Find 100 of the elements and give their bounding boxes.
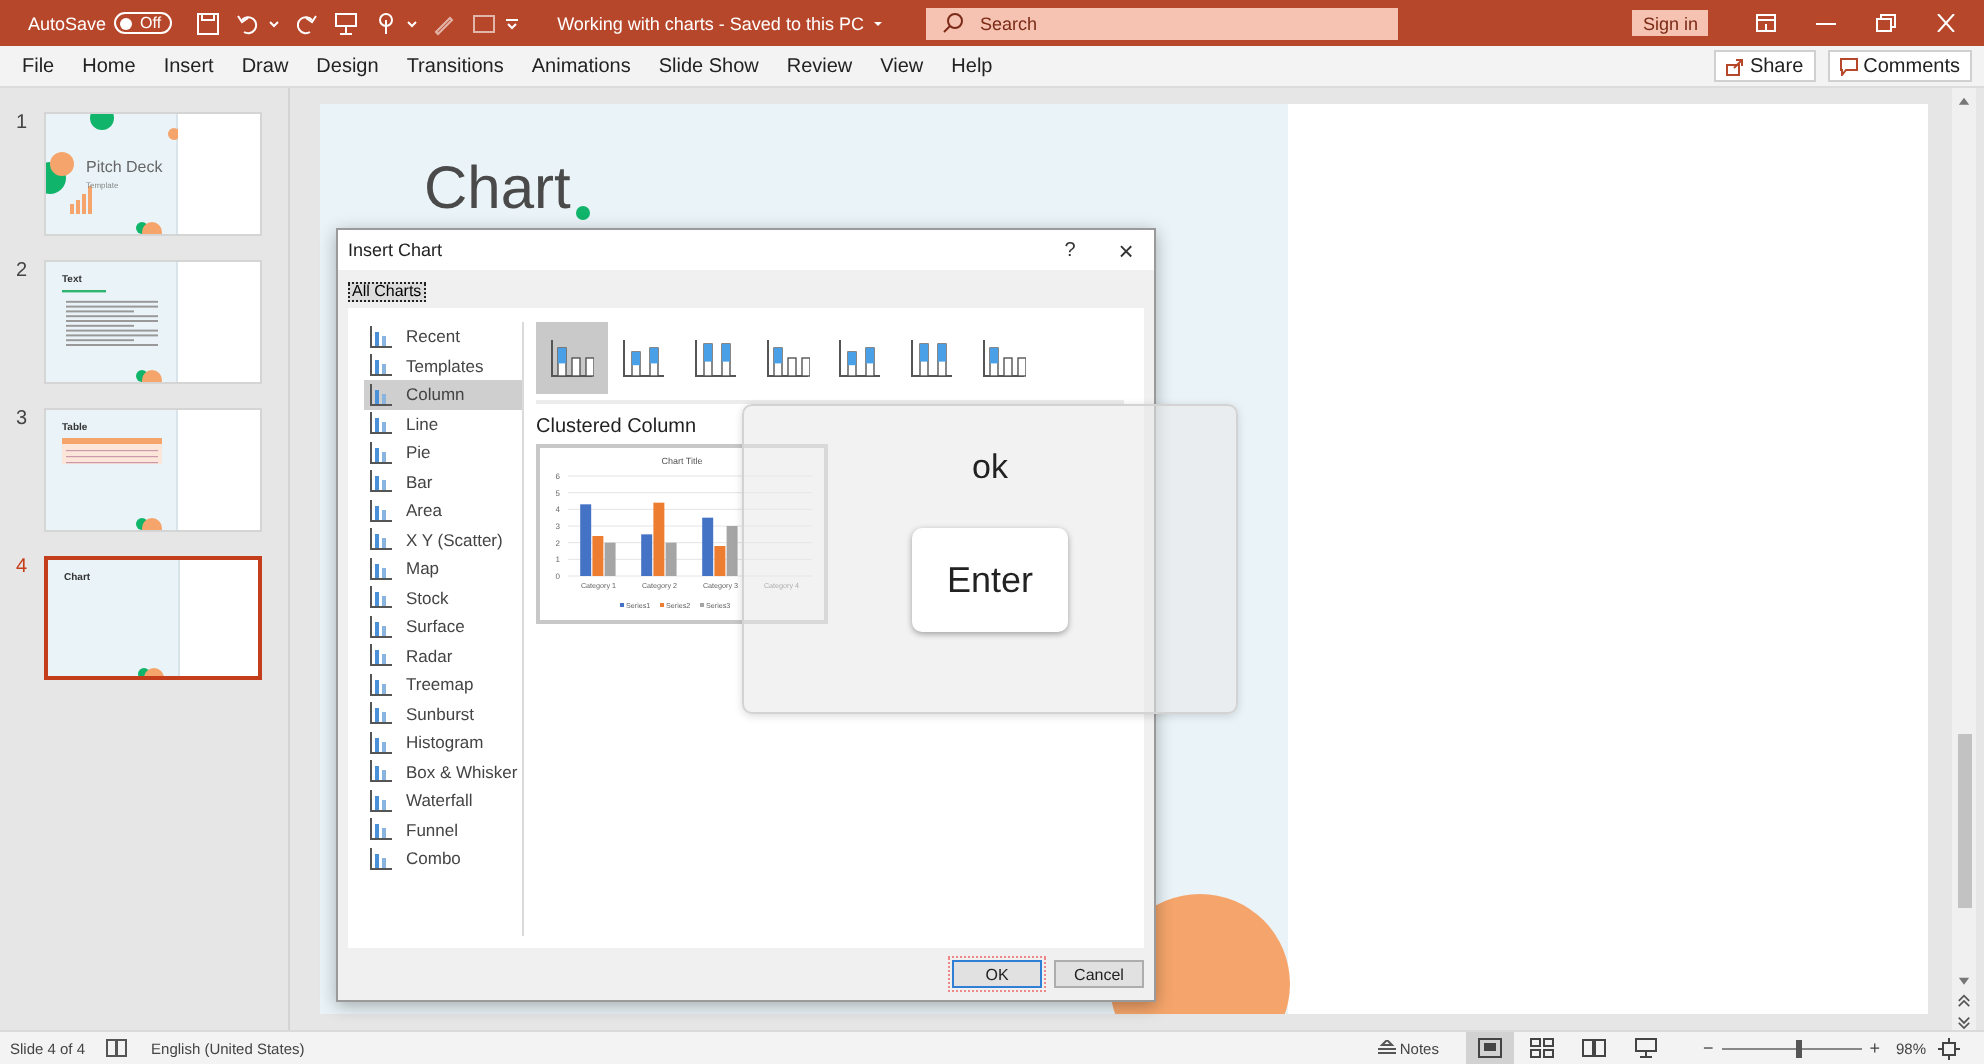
column-chart-icon [982,336,1026,380]
caret-icon[interactable] [871,17,884,29]
chart-type-item[interactable]: Area [364,496,522,525]
chart-type-item[interactable]: Sunburst [364,699,522,728]
close-button[interactable]: × [1098,235,1154,265]
slide-title: Pitch Deck [86,158,163,176]
chart-icon [370,557,392,580]
slide-sorter-icon [1530,1038,1555,1058]
chart-icon [370,847,392,870]
customize-icon[interactable] [503,15,520,31]
scroll-up-icon[interactable] [1956,96,1972,107]
chart-type-item[interactable]: Bar [364,467,522,496]
chart-type-item[interactable]: Histogram [364,728,522,757]
column-chart-icon [550,336,594,380]
chart-type-item[interactable]: X Y (Scatter) [364,525,522,554]
touch-icon[interactable] [373,11,398,35]
chart-type-item[interactable]: Combo [364,844,522,873]
chart-type-item[interactable]: Waterfall [364,786,522,815]
chart-type-item[interactable]: Templates [364,351,522,380]
scroll-down-icon[interactable] [1956,975,1972,987]
chart-type-item[interactable]: Surface [364,612,522,641]
column-chart-icon [910,336,954,380]
dialog-tab[interactable]: All Charts [348,282,426,302]
circles-drawing [136,516,162,530]
undo-icon[interactable] [235,11,260,35]
dialog-button[interactable]: Cancel [1054,960,1144,988]
chart-type-item[interactable]: Box & Whisker [364,757,522,786]
previous-slide-icon[interactable] [1956,994,1972,1009]
chart-type-item[interactable]: Column [364,380,522,409]
zoom-in-button[interactable]: + [1869,1038,1880,1058]
chart-type-item[interactable]: Funnel [364,815,522,844]
menu-tab[interactable]: Home [82,55,136,77]
search-field[interactable]: Search [925,7,1398,39]
menu-tab[interactable]: File [22,55,55,77]
comment-icon [1839,57,1858,75]
menu-tab[interactable]: Draw [241,55,289,77]
menu-tab[interactable]: Review [786,55,853,77]
chart-type-item[interactable]: Map [364,554,522,583]
chart-type-item[interactable]: Treemap [364,670,522,699]
autosave-toggle[interactable]: Off [114,12,172,34]
chart-icon [370,383,392,406]
book-icon[interactable] [105,1038,128,1058]
menu-tab[interactable]: View [880,55,924,77]
chart-icon [370,412,392,435]
scroll-bar[interactable] [1952,88,1976,1030]
menu-tab[interactable]: Transitions [406,55,504,77]
dialog-title: Insert Chart [348,240,443,260]
normal-view-icon [1478,1038,1503,1058]
caret-icon[interactable] [405,17,418,29]
slide-number: 1 [14,112,30,134]
menu-tab[interactable]: Help [951,55,993,77]
view-button[interactable] [1466,1032,1515,1064]
slide-number: 2 [14,260,30,282]
chart-icon [370,499,392,522]
chart-type-item[interactable]: Stock [364,583,522,612]
autosave-label: AutoSave [28,13,107,33]
menu-tab[interactable]: Slide Show [658,55,759,77]
notes-icon [1377,1040,1396,1056]
enter-key: Enter [912,528,1068,632]
menu-tab[interactable]: Design [316,55,379,77]
present-icon[interactable] [333,11,358,35]
slide-number: 4 [14,556,30,578]
next-slide-icon[interactable] [1956,1016,1972,1030]
chart-icon [370,760,392,783]
menu-tab[interactable]: Insert [163,55,214,77]
menu-tab[interactable]: Animations [531,55,631,77]
chart-icon [370,528,392,551]
fit-to-window-icon[interactable] [1938,1037,1960,1059]
restore-icon[interactable] [1876,14,1896,32]
reading-view-icon [1582,1038,1607,1058]
document-title[interactable]: Working with charts - Saved to this PC [557,13,864,33]
save-icon[interactable] [195,11,220,35]
dialog-button[interactable]: OK [952,960,1042,988]
comments-button[interactable]: Comments [1827,50,1972,82]
pen-icon[interactable] [431,11,456,35]
chart-icon [370,441,392,464]
help-button[interactable]: ? [1042,239,1098,261]
slideshow-icon [1634,1038,1659,1058]
zoom-out-button[interactable]: − [1702,1038,1714,1058]
caret-icon[interactable] [267,17,280,29]
chart-type-item[interactable]: Radar [364,641,522,670]
redo-icon[interactable] [293,11,318,35]
chart-type-item[interactable]: Line [364,409,522,438]
chart-icon [370,586,392,609]
share-button[interactable]: Share [1713,50,1816,82]
zoom-slider-thumb[interactable] [1796,1039,1803,1057]
text-lines-drawing [62,290,162,350]
close-icon[interactable] [1936,14,1956,32]
rectangle-icon[interactable] [471,11,496,35]
chart-subtype-button[interactable] [536,322,608,394]
chart-type-item[interactable]: Recent [364,322,522,351]
chart-icon [370,818,392,841]
ribbon-display-icon[interactable] [1756,14,1776,32]
table-drawing [62,438,162,466]
column-chart-icon [838,336,882,380]
chart-icon [370,673,392,696]
chart-icon [370,470,392,493]
sign-in-button[interactable]: Sign in [1632,10,1708,36]
chart-type-item[interactable]: Pie [364,438,522,467]
column-chart-icon [694,336,738,380]
